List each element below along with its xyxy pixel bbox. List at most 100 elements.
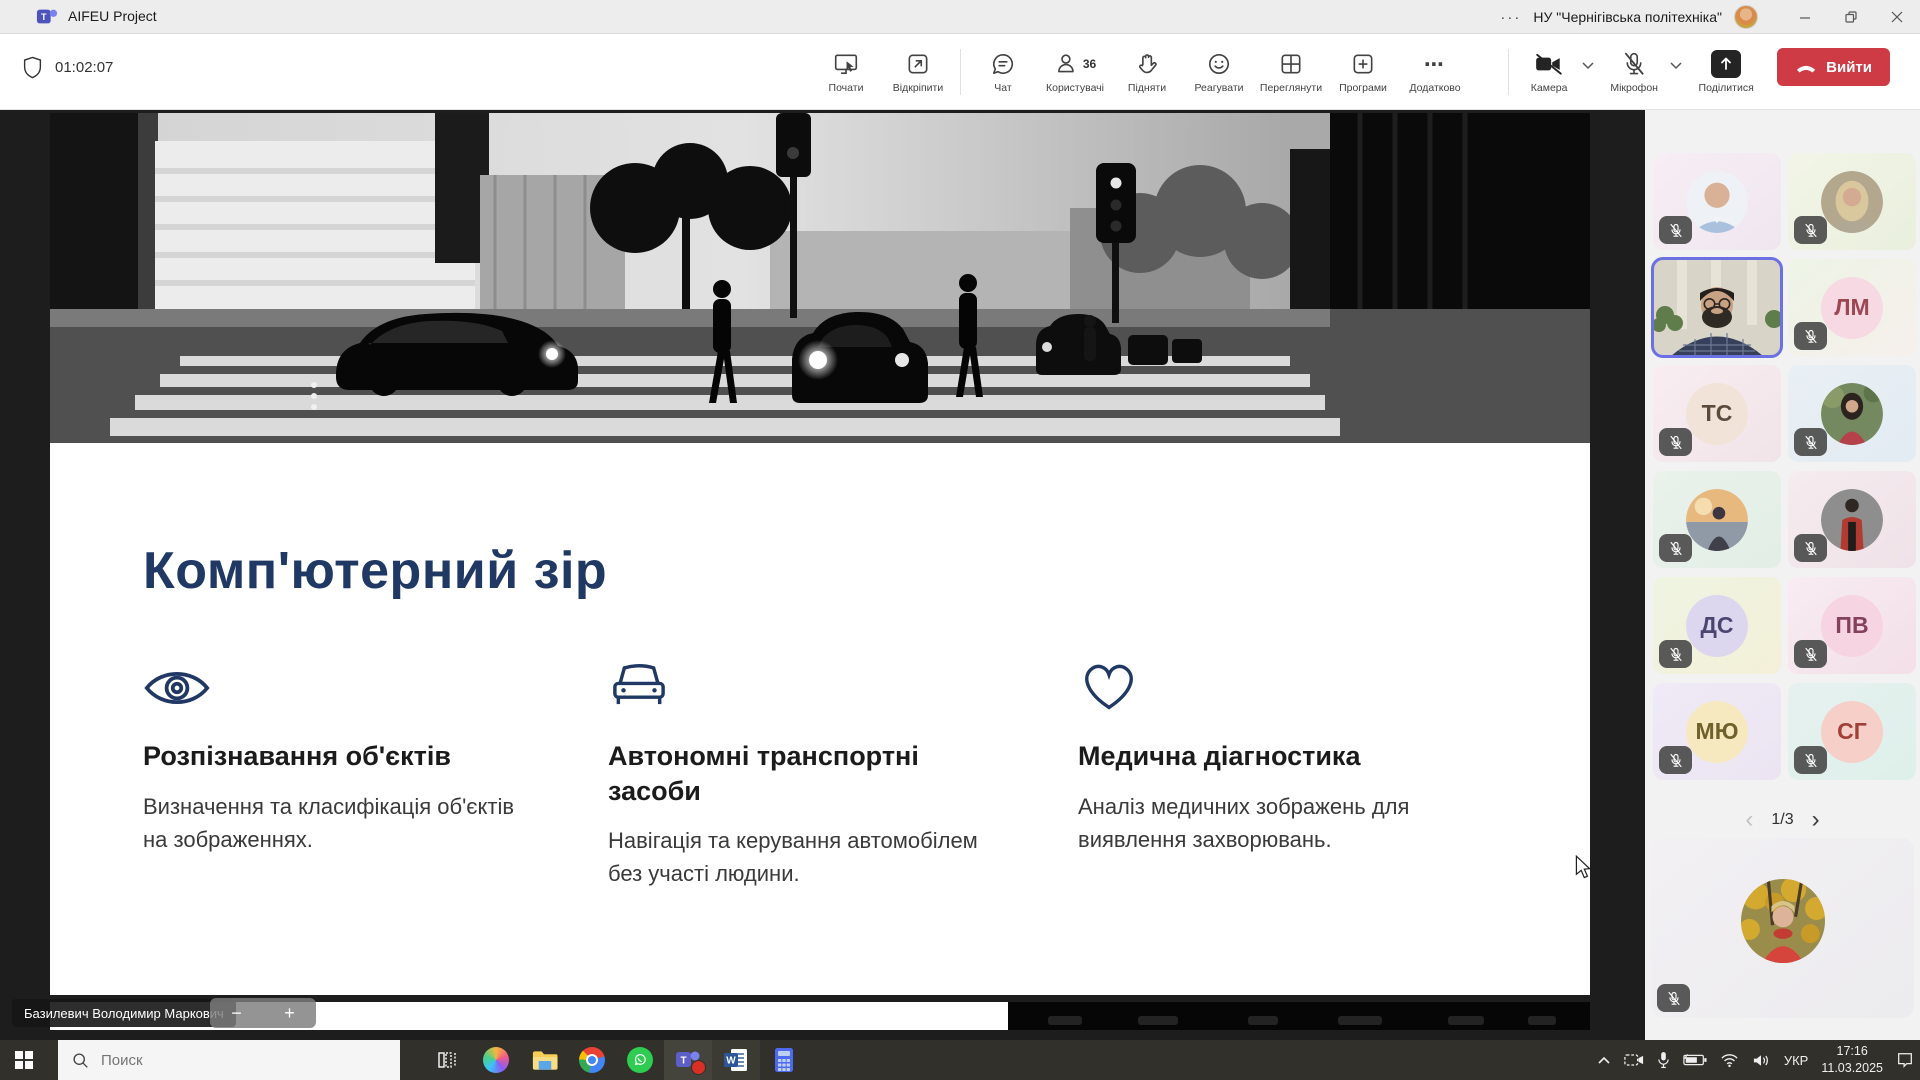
pagination-next-chevron[interactable]: ›	[1812, 808, 1820, 832]
participant-tile[interactable]: ТС	[1653, 365, 1781, 462]
column-body: Навігація та керування автомобілем без у…	[608, 824, 1008, 890]
zoom-in-button[interactable]: +	[263, 998, 316, 1028]
raise-hand-button[interactable]: Підняти	[1111, 40, 1183, 104]
participants-count: 36	[1083, 57, 1096, 71]
more-actions-button[interactable]: ⋯ Додатково	[1399, 40, 1471, 104]
unpin-button[interactable]: Відкріпити	[882, 40, 954, 104]
chrome-app-button[interactable]	[568, 1040, 616, 1080]
mic-muted-badge	[1794, 746, 1827, 774]
taskbar-search[interactable]	[58, 1040, 400, 1080]
calculator-app-button[interactable]	[760, 1040, 808, 1080]
tray-expand-chevron[interactable]	[1597, 1056, 1611, 1065]
participant-avatar	[1686, 489, 1748, 551]
mic-muted-badge	[1794, 322, 1827, 350]
eye-icon	[143, 643, 523, 713]
titlebar-overflow-icon[interactable]: ···	[1500, 9, 1521, 26]
mic-muted-badge	[1659, 640, 1692, 668]
wifi-icon[interactable]	[1720, 1053, 1739, 1068]
slide-current: Комп'ютерний зір Розпізнавання об'єктів …	[50, 113, 1590, 995]
mic-options-chevron[interactable]	[1669, 61, 1683, 70]
camera-off-icon	[1534, 50, 1564, 78]
hang-up-icon	[1795, 61, 1817, 73]
participant-initials: ПВ	[1821, 595, 1883, 657]
participant-tile[interactable]	[1653, 471, 1781, 568]
toolbar-divider	[1508, 49, 1509, 95]
react-button[interactable]: Реагувати	[1183, 40, 1255, 104]
account-avatar[interactable]	[1734, 5, 1758, 29]
slide-zoom-control: − +	[210, 998, 316, 1028]
language-indicator[interactable]: УКР	[1784, 1053, 1809, 1068]
shield-icon	[22, 56, 43, 79]
task-view-button[interactable]	[424, 1040, 472, 1080]
windows-taskbar: T W УКР 17:1611.03.2025	[0, 1040, 1920, 1080]
chat-icon	[990, 50, 1016, 78]
mic-muted-badge	[1659, 534, 1692, 562]
teams-logo-icon: T	[36, 6, 58, 28]
apps-button[interactable]: Програми	[1327, 40, 1399, 104]
close-button[interactable]	[1874, 0, 1920, 34]
leave-button[interactable]: Вийти	[1777, 48, 1890, 86]
mic-in-use-icon[interactable]	[1657, 1051, 1670, 1069]
participant-tile-active-speaker[interactable]	[1653, 259, 1781, 356]
participant-tile[interactable]	[1788, 471, 1916, 568]
smiley-icon	[1206, 50, 1232, 78]
share-button[interactable]: Поділитися	[1691, 40, 1761, 104]
participant-initials: МЮ	[1686, 701, 1748, 763]
action-center-icon[interactable]	[1896, 1051, 1914, 1069]
participant-tile[interactable]	[1788, 365, 1916, 462]
clock[interactable]: 17:1611.03.2025	[1821, 1043, 1883, 1077]
chat-button[interactable]: Чат	[967, 40, 1039, 104]
participant-tile[interactable]: ЛМ	[1788, 259, 1916, 356]
pop-out-icon	[905, 50, 931, 78]
whatsapp-icon	[627, 1047, 653, 1073]
participant-avatar	[1821, 489, 1883, 551]
participant-tile[interactable]: ДС	[1653, 577, 1781, 674]
start-presenting-button[interactable]: Почати	[810, 40, 882, 104]
column-body: Визначення та класифікація об'єктів на з…	[143, 790, 523, 856]
participants-button[interactable]: 36 Користувачі	[1039, 40, 1111, 104]
slide-column-object-recognition: Розпізнавання об'єктів Визначення та кла…	[143, 643, 523, 856]
participant-avatar	[1821, 171, 1883, 233]
raised-hand-icon	[1134, 50, 1160, 78]
file-explorer-button[interactable]	[520, 1040, 568, 1080]
mic-muted-badge	[1659, 746, 1692, 774]
chrome-icon	[579, 1047, 605, 1073]
meeting-toolbar: 01:02:07 Почати Відкріпити Чат 36 К	[0, 34, 1920, 110]
participant-initials: ТС	[1686, 383, 1748, 445]
screen-share-icon	[833, 50, 859, 78]
search-input[interactable]	[99, 1051, 359, 1070]
battery-charging-icon[interactable]	[1683, 1053, 1707, 1067]
copilot-app-button[interactable]	[472, 1040, 520, 1080]
search-icon	[72, 1052, 89, 1069]
participant-tile[interactable]	[1788, 153, 1916, 250]
camera-options-chevron[interactable]	[1581, 61, 1595, 70]
participant-tile[interactable]: СГ	[1788, 683, 1916, 780]
camera-in-use-icon[interactable]	[1624, 1052, 1644, 1068]
minimize-button[interactable]	[1782, 0, 1828, 34]
svg-text:T: T	[41, 12, 47, 22]
self-view-tile[interactable]	[1651, 838, 1914, 1018]
account-name[interactable]: НУ "Чернігівська політехніка"	[1533, 9, 1722, 25]
zoom-out-button[interactable]: −	[210, 998, 263, 1028]
column-body: Аналіз медичних зображень для виявлення …	[1078, 790, 1508, 856]
volume-icon[interactable]	[1752, 1053, 1771, 1068]
participant-tile[interactable]: ПВ	[1788, 577, 1916, 674]
svg-text:W: W	[726, 1056, 736, 1067]
slide-title: Комп'ютерний зір	[143, 541, 607, 601]
view-button[interactable]: Переглянути	[1255, 40, 1327, 104]
pagination-prev-chevron[interactable]: ‹	[1745, 808, 1753, 832]
participant-initials: ДС	[1686, 595, 1748, 657]
participant-tile[interactable]: МЮ	[1653, 683, 1781, 780]
teams-notification-badge	[691, 1060, 706, 1075]
start-button[interactable]	[0, 1040, 48, 1080]
participant-tile[interactable]	[1653, 153, 1781, 250]
participant-video	[1653, 259, 1781, 356]
word-app-button[interactable]: W	[712, 1040, 760, 1080]
microphone-button[interactable]: Мікрофон	[1603, 40, 1665, 104]
copilot-icon	[483, 1047, 509, 1073]
camera-button[interactable]: Камера	[1521, 40, 1577, 104]
whatsapp-app-button[interactable]	[616, 1040, 664, 1080]
participants-pagination: ‹ 1/3 ›	[1645, 803, 1920, 837]
restore-button[interactable]	[1828, 0, 1874, 34]
teams-app-button[interactable]: T	[664, 1040, 712, 1080]
